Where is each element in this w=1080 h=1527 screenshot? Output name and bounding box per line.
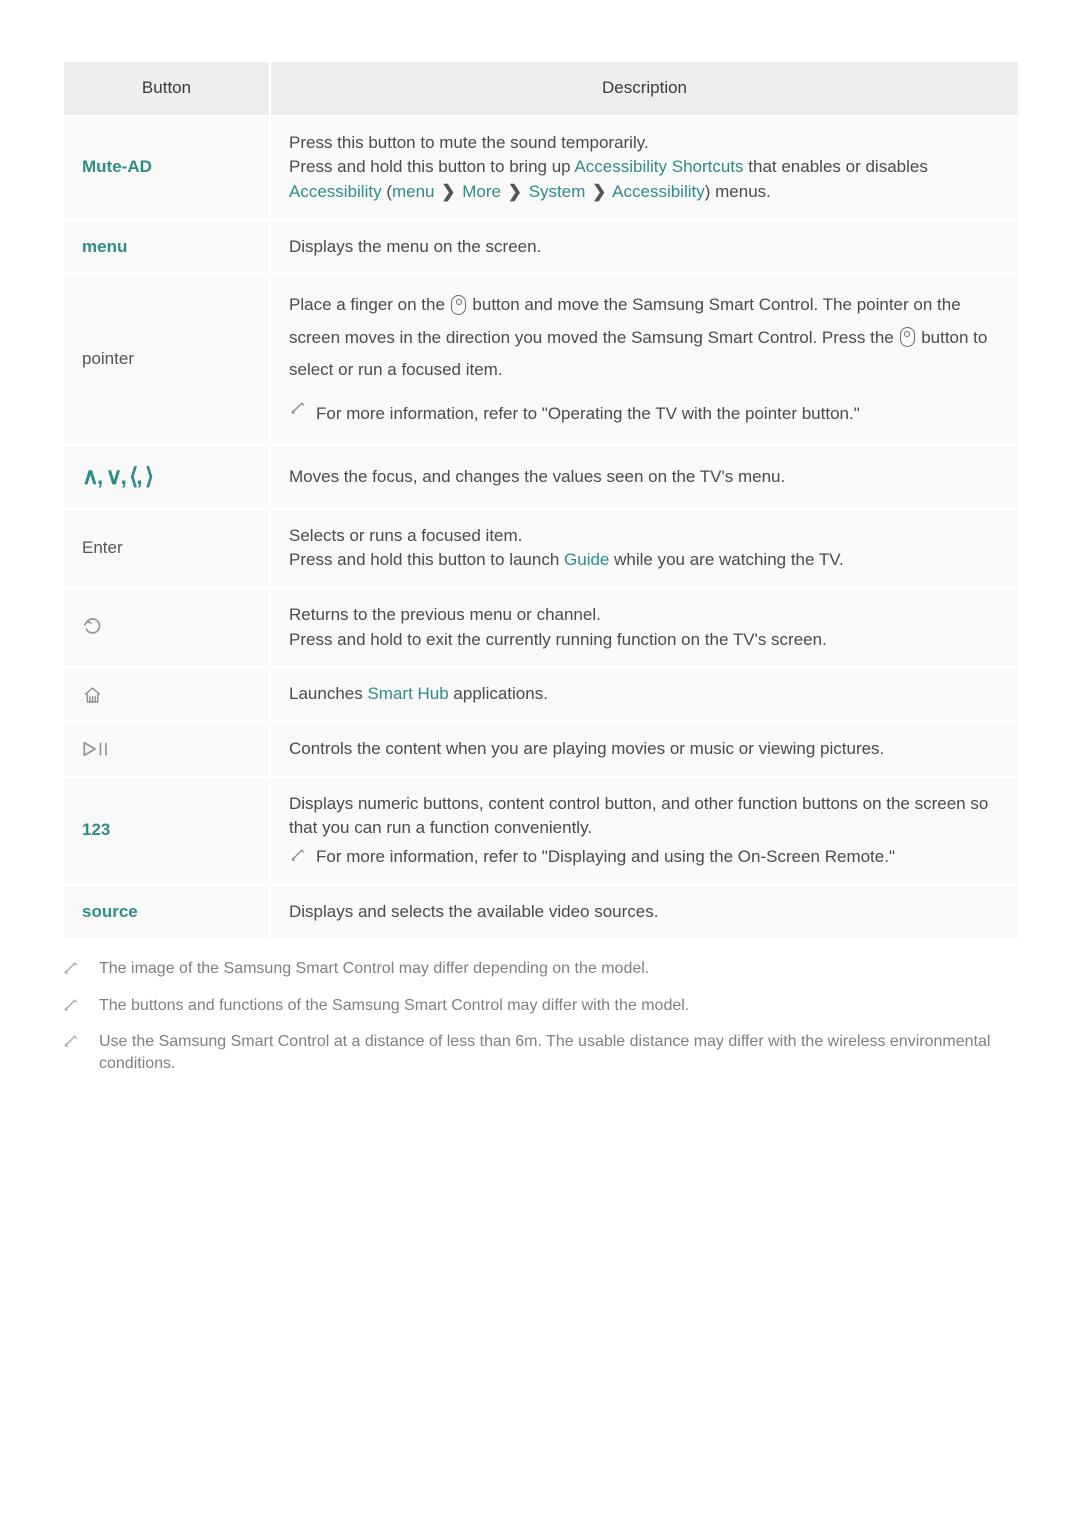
text: Press this button to mute the sound temp… <box>289 133 649 152</box>
text: that enables or disables <box>744 157 928 176</box>
note-text: For more information, refer to "Operatin… <box>316 398 860 430</box>
table-row: Enter Selects or runs a focused item. Pr… <box>64 510 1018 587</box>
play-pause-icon <box>82 740 110 758</box>
desc-home: Launches Smart Hub applications. <box>271 668 1018 721</box>
button-label-source: source <box>82 902 138 921</box>
text: Launches <box>289 684 367 703</box>
path-more: More <box>462 182 501 201</box>
table-row: pointer Place a finger on the button and… <box>64 275 1018 444</box>
desc-return: Returns to the previous menu or channel.… <box>271 589 1018 666</box>
text: Press and hold this button to bring up <box>289 157 574 176</box>
footnote-text: Use the Samsung Smart Control at a dista… <box>99 1031 1020 1076</box>
desc-mute-ad: Press this button to mute the sound temp… <box>271 117 1018 219</box>
text: while you are watching the TV. <box>609 550 843 569</box>
text: Displays numeric buttons, content contro… <box>289 794 988 838</box>
button-label-menu: menu <box>82 237 127 256</box>
footnote-row: The buttons and functions of the Samsung… <box>62 995 1020 1017</box>
link-accessibility[interactable]: Accessibility <box>289 182 382 201</box>
table-row: menu Displays the menu on the screen. <box>64 221 1018 274</box>
text: ) menus. <box>705 182 771 201</box>
link-guide[interactable]: Guide <box>564 550 609 569</box>
footnote-row: The image of the Samsung Smart Control m… <box>62 958 1020 980</box>
note-icon <box>289 846 306 863</box>
chevron-right-icon: ❯ <box>439 180 457 205</box>
button-label-123: 123 <box>82 820 110 839</box>
text: Selects or runs a focused item. <box>289 526 522 545</box>
desc-menu: Displays the menu on the screen. <box>271 221 1018 274</box>
desc-pointer: Place a finger on the button and move th… <box>271 275 1018 444</box>
note-icon <box>289 399 306 416</box>
button-label-mute-ad: Mute-AD <box>82 157 152 176</box>
note-icon <box>62 1032 79 1049</box>
pointer-button-icon <box>450 294 468 316</box>
table-row: ∧, ∨, ⟨, ⟩ Moves the focus, and changes … <box>64 446 1018 507</box>
chevron-right-icon: ❯ <box>506 180 524 205</box>
text: applications. <box>449 684 548 703</box>
path-menu: menu <box>392 182 435 201</box>
path-system: System <box>529 182 586 201</box>
note-icon <box>62 959 79 976</box>
desc-123: Displays numeric buttons, content contro… <box>271 778 1018 884</box>
text: Press and hold this button to launch <box>289 550 564 569</box>
desc-enter: Selects or runs a focused item. Press an… <box>271 510 1018 587</box>
table-row: source Displays and selects the availabl… <box>64 886 1018 939</box>
path-accessibility: Accessibility <box>612 182 705 201</box>
col-header-button: Button <box>64 62 269 115</box>
text: Returns to the previous menu or channel. <box>289 605 601 624</box>
chevron-right-icon: ❯ <box>590 180 608 205</box>
footnotes: The image of the Samsung Smart Control m… <box>62 958 1020 1076</box>
button-label-arrows: ∧, ∨, ⟨, ⟩ <box>82 463 152 489</box>
pointer-button-icon <box>898 326 916 348</box>
remote-buttons-table: Button Description Mute-AD Press this bu… <box>62 60 1020 940</box>
footnote-text: The image of the Samsung Smart Control m… <box>99 958 1020 980</box>
button-label-pointer: pointer <box>82 349 134 368</box>
table-row: 123 Displays numeric buttons, content co… <box>64 778 1018 884</box>
button-label-enter: Enter <box>82 538 123 557</box>
col-header-description: Description <box>271 62 1018 115</box>
link-smart-hub[interactable]: Smart Hub <box>367 684 448 703</box>
smart-hub-icon <box>82 685 103 705</box>
link-accessibility-shortcuts[interactable]: Accessibility Shortcuts <box>574 157 743 176</box>
table-row: Returns to the previous menu or channel.… <box>64 589 1018 666</box>
return-icon <box>82 617 103 638</box>
table-row: Controls the content when you are playin… <box>64 723 1018 776</box>
table-row: Mute-AD Press this button to mute the so… <box>64 117 1018 219</box>
text: ( <box>382 182 392 201</box>
desc-source: Displays and selects the available video… <box>271 886 1018 939</box>
desc-arrows: Moves the focus, and changes the values … <box>271 446 1018 507</box>
text: Place a finger on the <box>289 295 450 314</box>
text: Press and hold to exit the currently run… <box>289 630 827 649</box>
footnote-row: Use the Samsung Smart Control at a dista… <box>62 1031 1020 1076</box>
note-icon <box>62 996 79 1013</box>
footnote-text: The buttons and functions of the Samsung… <box>99 995 1020 1017</box>
note-text: For more information, refer to "Displayi… <box>316 845 895 870</box>
table-row: Launches Smart Hub applications. <box>64 668 1018 721</box>
desc-playpause: Controls the content when you are playin… <box>271 723 1018 776</box>
